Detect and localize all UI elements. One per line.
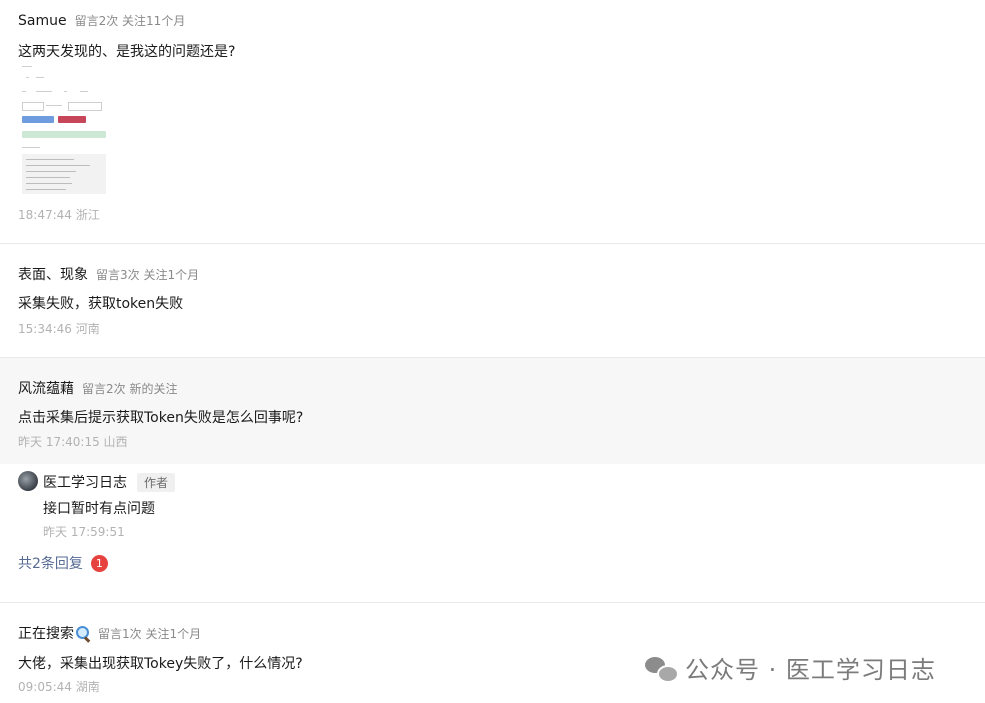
divider bbox=[0, 602, 985, 603]
comment-text: 大佬，采集出现获取Tokey失败了，什么情况? bbox=[18, 656, 303, 672]
reply-header: 医工学习日志 作者 bbox=[43, 472, 176, 492]
comment-header: 表面、现象 留言3次 关注1个月 bbox=[18, 264, 199, 284]
divider bbox=[0, 243, 985, 244]
magnifier-emoji-icon bbox=[76, 626, 91, 643]
reply-text: 接口暂时有点问题 bbox=[43, 501, 155, 517]
username[interactable]: 正在搜索 bbox=[18, 623, 91, 643]
user-stats: 留言2次 关注11个月 bbox=[74, 14, 186, 28]
author-avatar[interactable] bbox=[18, 471, 38, 491]
comment-time: 昨天 17:40:15 山西 bbox=[18, 435, 128, 449]
reply-author-name[interactable]: 医工学习日志 bbox=[43, 472, 127, 492]
username-text: 正在搜索 bbox=[18, 626, 74, 642]
watermark: 公众号 · 医工学习日志 bbox=[645, 650, 936, 685]
watermark-text: 公众号 · 医工学习日志 bbox=[685, 656, 936, 684]
comment-image-thumbnail[interactable] bbox=[18, 62, 110, 196]
reply-time: 昨天 17:59:51 bbox=[43, 525, 125, 539]
unread-badge: 1 bbox=[90, 554, 108, 572]
wechat-icon bbox=[645, 654, 679, 683]
username[interactable]: 表面、现象 bbox=[18, 264, 88, 284]
comment-text: 这两天发现的、是我这的问题还是? bbox=[18, 44, 236, 60]
comment-header: 正在搜索 留言1次 关注1个月 bbox=[18, 623, 201, 643]
comment-header: 风流蕴藉 留言2次 新的关注 bbox=[18, 378, 177, 398]
comment-time: 15:34:46 河南 bbox=[18, 322, 100, 336]
user-stats: 留言3次 关注1个月 bbox=[96, 268, 200, 282]
username[interactable]: Samue bbox=[18, 13, 67, 29]
comment-time: 18:47:44 浙江 bbox=[18, 208, 100, 222]
user-stats: 留言2次 新的关注 bbox=[82, 382, 178, 396]
comment-text: 点击采集后提示获取Token失败是怎么回事呢? bbox=[18, 410, 304, 426]
author-badge: 作者 bbox=[137, 473, 176, 492]
comment-time: 09:05:44 湖南 bbox=[18, 680, 100, 694]
comment-header: Samue 留言2次 关注11个月 bbox=[18, 12, 185, 29]
user-stats: 留言1次 关注1个月 bbox=[98, 627, 202, 641]
replies-count-label[interactable]: 共2条回复 bbox=[18, 553, 83, 573]
view-replies-link[interactable]: 共2条回复 1 bbox=[18, 553, 108, 573]
username[interactable]: 风流蕴藉 bbox=[18, 378, 74, 398]
comment-text: 采集失败，获取token失败 bbox=[18, 296, 184, 312]
